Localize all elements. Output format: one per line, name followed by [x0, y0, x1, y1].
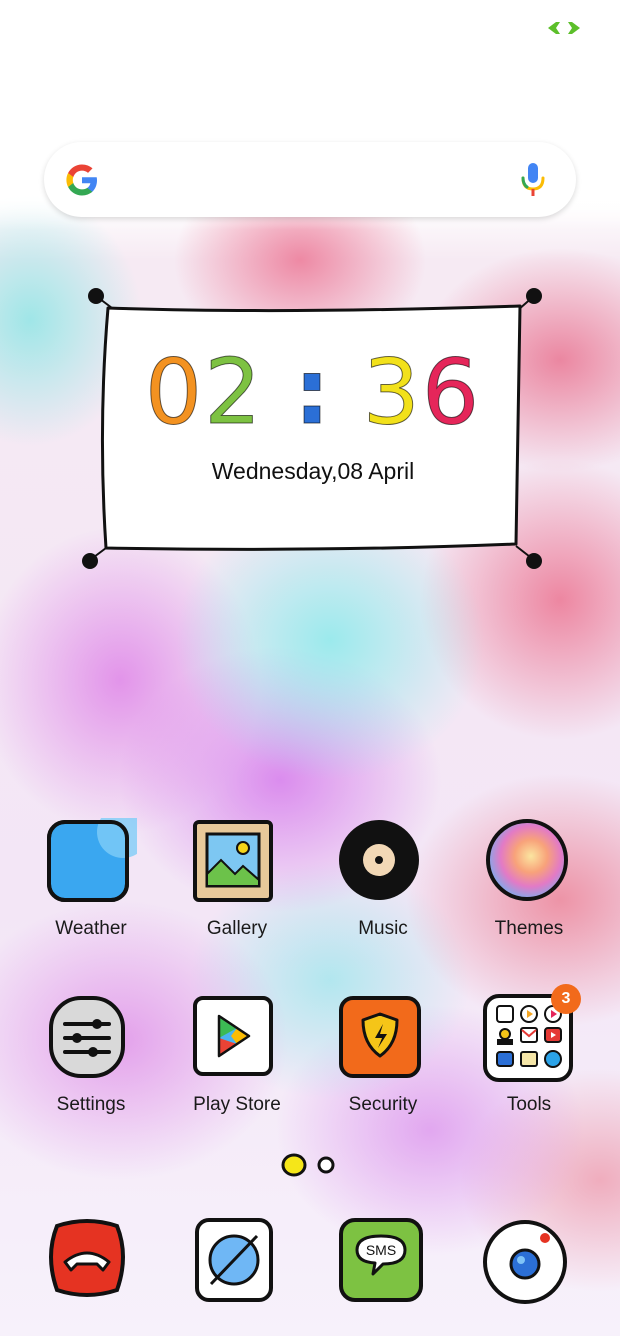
play-store-icon [193, 996, 273, 1076]
settings-icon [49, 996, 125, 1078]
app-label: Themes [494, 918, 564, 939]
google-search-bar[interactable] [44, 142, 576, 217]
clock-minute-digit-1: 3 [362, 340, 422, 446]
themes-icon [486, 819, 568, 901]
page-dot [317, 1156, 335, 1174]
gallery-icon [193, 820, 273, 902]
page-dot-active [281, 1153, 307, 1177]
app-label: Security [348, 1094, 418, 1115]
clock-time: 02 : 36 [82, 338, 544, 448]
app-security[interactable]: Security [310, 994, 456, 1116]
dock-messages[interactable]: SMS [310, 1216, 456, 1308]
app-label: Settings [56, 1094, 126, 1115]
dock-phone[interactable] [18, 1216, 164, 1308]
security-icon [339, 996, 421, 1078]
app-label: Tools [506, 1094, 552, 1115]
clock-date: Wednesday,08 April [211, 458, 415, 484]
app-play-store[interactable]: Play Store [164, 994, 310, 1116]
phone-icon [49, 1219, 125, 1297]
browser-icon [195, 1218, 273, 1302]
app-weather[interactable]: Weather [18, 806, 164, 940]
dock-browser[interactable] [164, 1216, 310, 1308]
camera-icon [483, 1220, 567, 1304]
app-label: Weather [55, 918, 127, 939]
sms-icon-text: SMS [366, 1242, 396, 1258]
notification-badge: 3 [551, 984, 581, 1014]
clock-hour-digit-1: 0 [144, 340, 205, 446]
app-themes[interactable]: Themes [456, 818, 602, 940]
microphone-icon[interactable] [520, 162, 546, 198]
app-label: Play Store [193, 1094, 281, 1115]
app-label: Gallery [206, 918, 268, 939]
app-settings[interactable]: Settings [18, 994, 164, 1116]
clock-widget[interactable]: 02 : 36 Wednesday,08 April [82, 286, 544, 572]
sms-icon: SMS [339, 1218, 423, 1302]
folder-tools[interactable]: 3 Tools [456, 984, 602, 1116]
page-indicator[interactable] [280, 1150, 340, 1180]
music-icon [339, 820, 419, 900]
clock-minute-digit-2: 6 [421, 340, 482, 446]
google-g-icon [66, 164, 97, 196]
clock-hour-digit-2: 2 [204, 340, 264, 446]
app-music[interactable]: Music [310, 818, 456, 940]
dock-camera[interactable] [456, 1216, 602, 1308]
weather-icon [47, 806, 149, 902]
status-link-icon [548, 22, 580, 34]
app-gallery[interactable]: Gallery [164, 818, 310, 940]
app-label: Music [358, 918, 408, 939]
clock-separator: : [294, 340, 332, 446]
